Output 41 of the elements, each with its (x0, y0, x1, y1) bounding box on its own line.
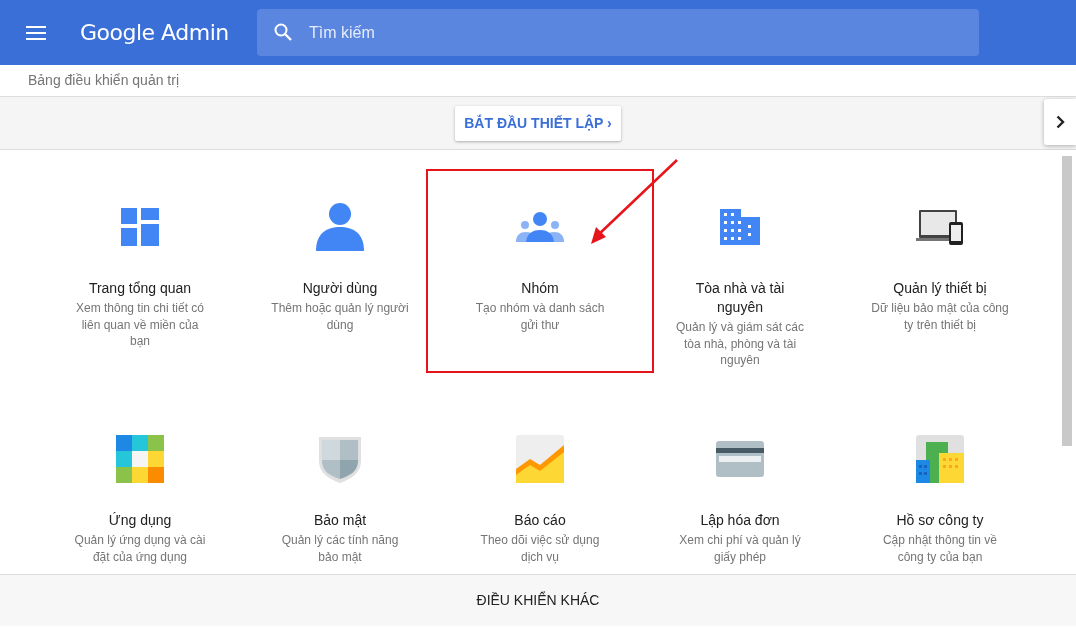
office-buildings-icon[interactable] (916, 435, 964, 483)
card-description: Quản lý và giám sát các tòa nhà, phòng và tài nguyên (674, 319, 806, 369)
shield-icon[interactable] (317, 435, 363, 483)
card-title[interactable]: Tòa nhà và tài nguyên (674, 279, 806, 317)
card-title[interactable]: Bảo mật (313, 511, 367, 530)
card-title[interactable]: Nhóm (521, 279, 559, 298)
laptop-phone-icon[interactable] (916, 209, 964, 245)
start-setup-button[interactable]: BẮT ĐẦU THIẾT LẬP › (455, 105, 621, 141)
chevron-right-icon (1055, 115, 1065, 129)
building-icon[interactable] (720, 209, 760, 245)
card-description: Thêm hoặc quản lý người dùng (271, 300, 409, 333)
search-field[interactable]: Tìm kiếm (257, 9, 979, 56)
card-title[interactable]: Hồ sơ công ty (896, 511, 984, 530)
card-description: Cập nhật thông tin về công ty của bạn (881, 532, 999, 565)
card-title[interactable]: Quản lý thiết bị (893, 279, 987, 298)
menu-icon[interactable] (26, 25, 46, 40)
card-title[interactable]: Lập hóa đơn (700, 511, 780, 530)
card-title[interactable]: Báo cáo (514, 511, 566, 530)
app-title: Google Admin (80, 19, 230, 47)
people-group-icon[interactable] (516, 212, 564, 242)
breadcrumb[interactable]: Bảng điều khiển quản trị (28, 70, 179, 91)
card-description: Theo dõi việc sử dụng dịch vụ (479, 532, 601, 565)
card-description: Tạo nhóm và danh sách gửi thư (474, 300, 606, 333)
card-description: Quản lý các tính năng bảo mật (280, 532, 400, 565)
app-grid-icon[interactable] (116, 435, 164, 483)
scrollbar[interactable] (1062, 156, 1072, 446)
card-description: Dữ liệu bảo mật của công ty trên thiết bị (871, 300, 1009, 333)
dashboard-icon[interactable] (121, 208, 159, 246)
highlighted-card[interactable]: Nhóm Tạo nhóm và danh sách gửi thư (426, 169, 654, 373)
card-title[interactable]: Người dùng (302, 279, 378, 298)
card-description: Xem chi phí và quản lý giấy phép (678, 532, 802, 565)
credit-card-icon[interactable] (716, 441, 764, 477)
more-controls-link[interactable]: ĐIỀU KHIỂN KHÁC (476, 590, 600, 611)
card-description: Xem thông tin chi tiết có liên quan về miền của bạn (74, 300, 206, 350)
card-title[interactable]: Trang tổng quan (88, 279, 192, 298)
search-icon (274, 23, 292, 41)
expand-panel-button[interactable] (1044, 99, 1076, 145)
chart-trend-icon[interactable] (516, 435, 564, 483)
card-title[interactable]: Ứng dụng (108, 511, 172, 530)
card-description: Quản lý ứng dụng và cài đặt của ứng dụng (73, 532, 207, 565)
person-icon[interactable] (316, 203, 364, 251)
